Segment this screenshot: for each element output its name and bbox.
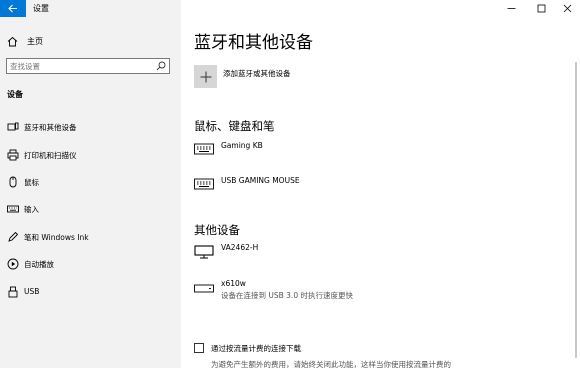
search-box[interactable]: [6, 58, 170, 74]
app-title: 设置: [33, 4, 49, 13]
keyboard-icon: [194, 143, 214, 155]
device-name: x610w: [221, 279, 246, 288]
device-name: USB GAMING MOUSE: [221, 176, 300, 185]
device-item[interactable]: USB GAMING MOUSE: [194, 176, 394, 192]
page-title: 蓝牙和其他设备: [194, 33, 313, 53]
printer-icon: [7, 149, 19, 161]
device-name: Gaming KB: [221, 141, 263, 150]
device-name: VA2462-H: [221, 243, 259, 252]
sidebar: 设置 主页 设备 蓝牙和其他设备 打印机和扫描仪: [0, 0, 181, 368]
add-device-label[interactable]: 添加蓝牙或其他设备: [223, 68, 291, 79]
maximize-button[interactable]: [534, 2, 548, 14]
search-input[interactable]: [10, 59, 150, 73]
sidebar-item-label: 自动播放: [24, 260, 54, 269]
metered-description: 为避免产生额外的费用，请始终关闭此功能，这样当你使用按流量计费的: [211, 360, 451, 369]
add-device-button[interactable]: [194, 65, 217, 88]
pen-icon: [8, 231, 19, 242]
sidebar-item-label: 蓝牙和其他设备: [24, 123, 77, 132]
group-header-other-devices: 其他设备: [194, 223, 240, 237]
minimize-button[interactable]: [504, 2, 518, 14]
sidebar-item-mouse[interactable]: 鼠标: [0, 173, 181, 191]
group-header-input-devices: 鼠标、键盘和笔: [194, 119, 275, 133]
home-label: 主页: [27, 36, 43, 46]
sidebar-item-label: 打印机和扫描仪: [24, 151, 77, 160]
home-icon: [7, 36, 18, 46]
search-icon[interactable]: [156, 61, 166, 71]
sidebar-item-label: USB: [24, 287, 40, 296]
sidebar-item-printers[interactable]: 打印机和扫描仪: [0, 146, 181, 164]
sidebar-item-input[interactable]: 输入: [0, 200, 181, 218]
sidebar-item-autoplay[interactable]: 自动播放: [0, 255, 181, 273]
device-status: 设备在连接到 USB 3.0 时执行速度更快: [221, 291, 353, 300]
section-header: 设备: [7, 90, 23, 99]
close-button[interactable]: [560, 2, 574, 14]
close-icon: [563, 4, 571, 12]
back-button[interactable]: [0, 0, 26, 17]
titlebar: 设置: [0, 0, 181, 18]
scrollbar[interactable]: [575, 62, 577, 358]
device-item[interactable]: Gaming KB: [194, 141, 394, 157]
sidebar-item-usb[interactable]: USB: [0, 283, 181, 301]
metered-download-label[interactable]: 通过按流量计费的连接下载: [211, 343, 301, 354]
device-item[interactable]: x610w 设备在连接到 USB 3.0 时执行速度更快: [194, 279, 454, 303]
usb-icon: [8, 286, 18, 298]
sidebar-item-label: 笔和 Windows Ink: [24, 233, 89, 242]
metered-download-checkbox[interactable]: [194, 343, 204, 353]
autoplay-icon: [7, 258, 19, 270]
monitor-icon: [194, 245, 214, 259]
maximize-icon: [537, 4, 545, 12]
device-item[interactable]: VA2462-H: [194, 243, 394, 259]
sidebar-item-label: 输入: [24, 205, 39, 214]
plus-icon: [200, 71, 211, 82]
sidebar-item-bluetooth[interactable]: 蓝牙和其他设备: [0, 118, 181, 136]
back-arrow-icon: [8, 4, 17, 13]
home-link[interactable]: 主页: [7, 34, 177, 48]
bluetooth-devices-icon: [7, 122, 19, 131]
minimize-icon: [507, 7, 515, 9]
keyboard-icon: [7, 205, 19, 213]
sidebar-item-pen[interactable]: 笔和 Windows Ink: [0, 228, 181, 246]
sidebar-item-label: 鼠标: [24, 178, 39, 187]
mouse-icon: [9, 176, 17, 188]
usb-drive-icon: [194, 284, 214, 293]
keyboard-icon: [194, 178, 214, 190]
